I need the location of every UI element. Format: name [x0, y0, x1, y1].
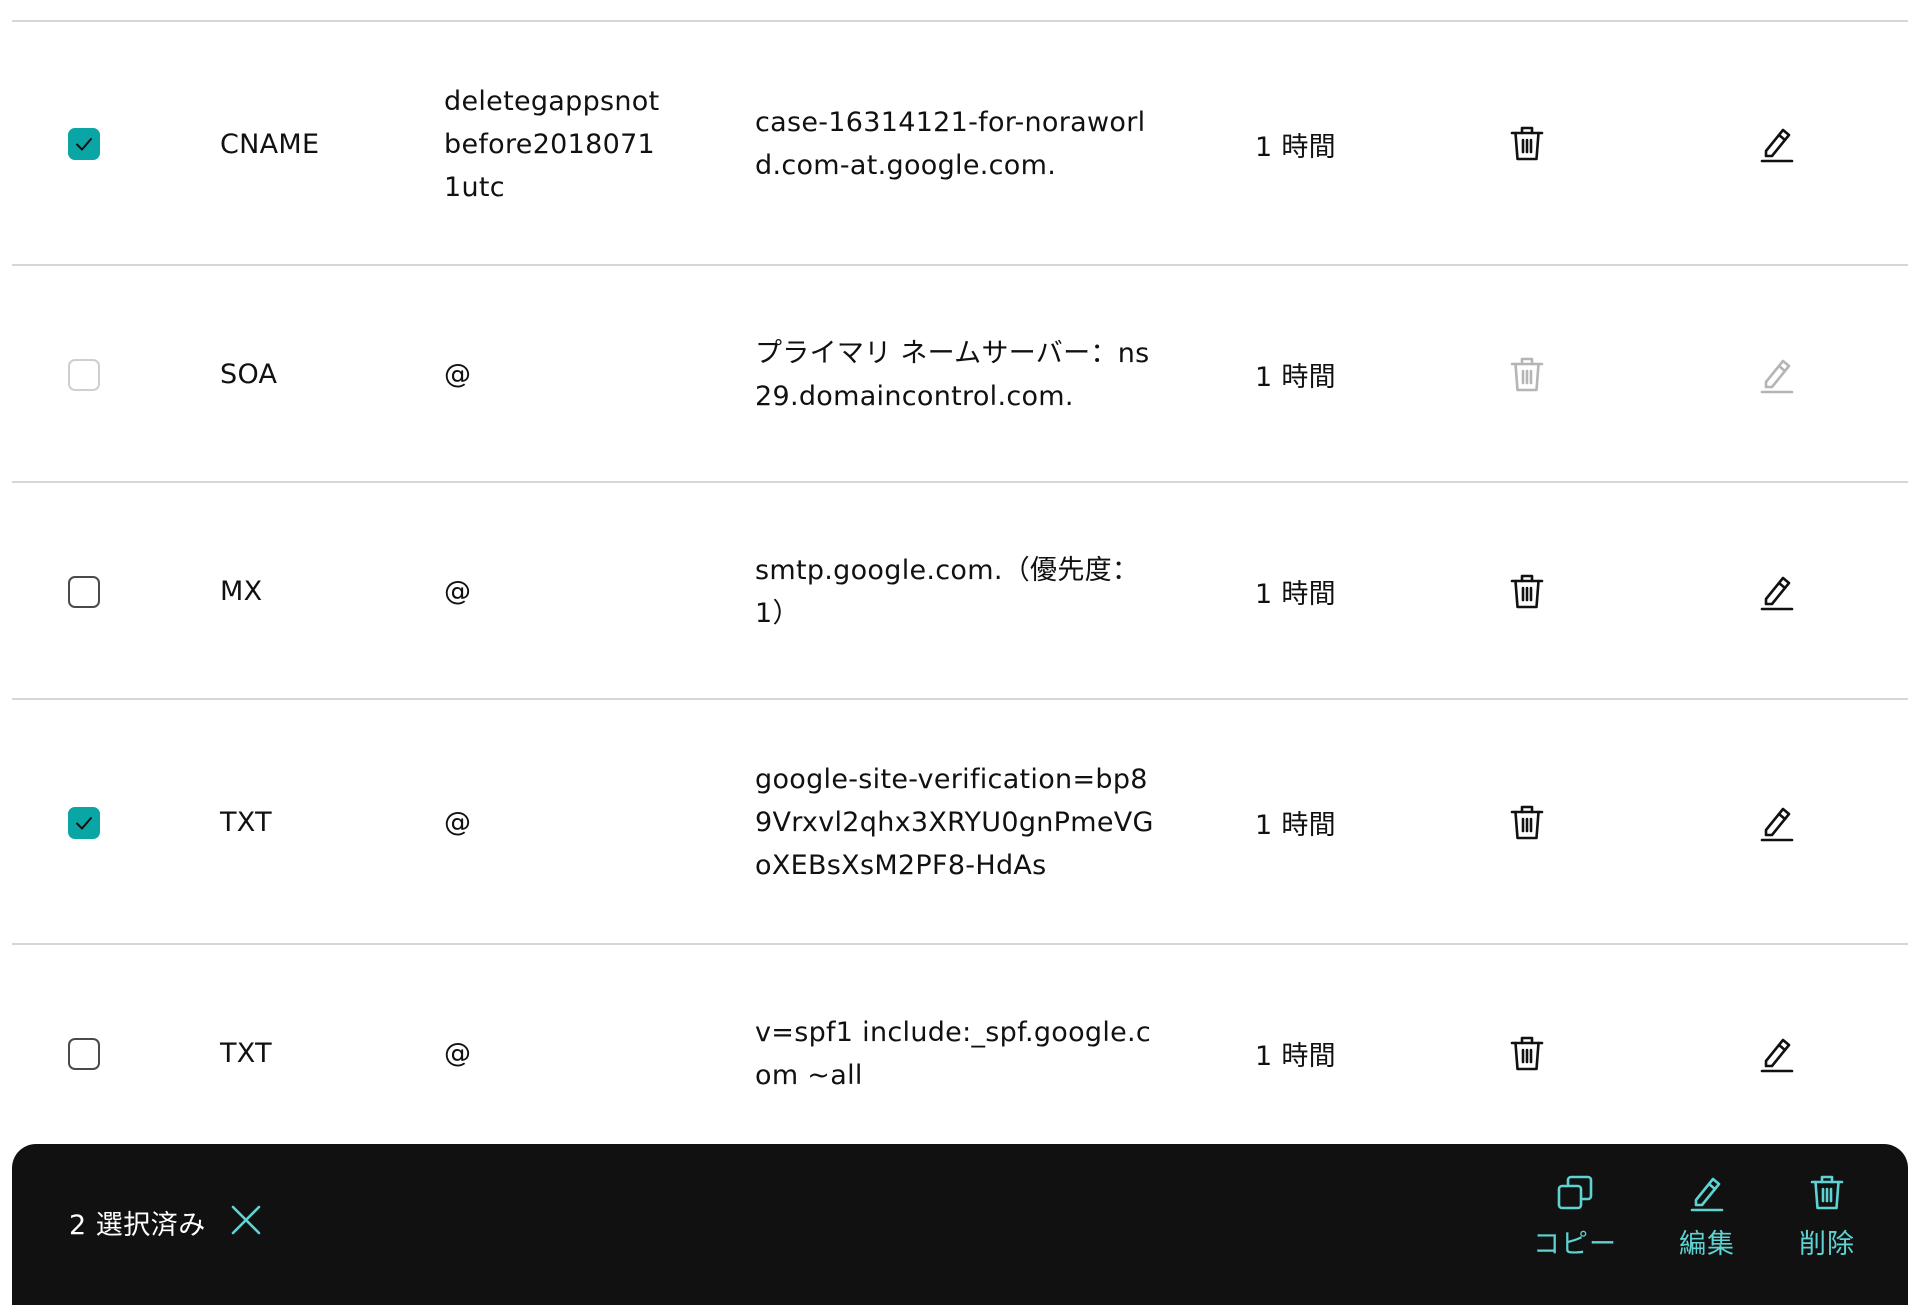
record-value: google-site-verification=bp89Vrxvl2qhx3X… — [755, 764, 1154, 881]
record-name: @ — [444, 1038, 472, 1069]
record-ttl: 1 時間 — [1255, 810, 1336, 841]
record-type: TXT — [220, 807, 272, 838]
copy-button[interactable]: コピー — [1520, 1174, 1630, 1261]
record-ttl: 1 時間 — [1255, 579, 1336, 610]
row-select-cell — [68, 945, 108, 1162]
row-delete-button — [1510, 356, 1544, 394]
record-value: v=spf1 include:_spf.google.com ~all — [755, 1016, 1152, 1091]
row-delete-button[interactable] — [1510, 573, 1544, 611]
trash-icon — [1810, 1175, 1844, 1210]
table-row: MX @ smtp.google.com.（優先度：1） 1 時間 — [12, 481, 1908, 700]
record-ttl: 1 時間 — [1255, 131, 1336, 163]
record-type: CNAME — [220, 128, 320, 160]
delete-label: 削除 — [1799, 1229, 1855, 1260]
bulk-delete-button[interactable]: 削除 — [1772, 1174, 1882, 1261]
trash-icon — [1510, 1036, 1544, 1070]
row-checkbox[interactable] — [68, 128, 100, 160]
record-name: @ — [444, 807, 472, 838]
row-edit-cell — [1757, 266, 1797, 483]
record-value: プライマリ ネームサーバー：ns29.domaincontrol.com. — [755, 337, 1150, 412]
record-value: case-16314121-for-noraworld.com-at.googl… — [755, 107, 1146, 181]
row-edit-cell — [1757, 700, 1797, 945]
table-row: TXT @ google-site-verification=bp89Vrxvl… — [12, 698, 1908, 945]
pencil-icon — [1760, 807, 1794, 841]
pencil-icon — [1760, 1038, 1794, 1072]
record-value: smtp.google.com.（優先度：1） — [755, 554, 1140, 629]
check-icon — [76, 138, 92, 151]
trash-icon — [1510, 126, 1544, 161]
record-type: MX — [220, 576, 263, 607]
pencil-icon — [1760, 128, 1794, 163]
row-edit-button[interactable] — [1760, 573, 1794, 611]
row-edit-button — [1760, 356, 1794, 394]
copy-icon — [1557, 1175, 1593, 1210]
check-icon — [76, 816, 92, 829]
row-edit-button[interactable] — [1760, 125, 1794, 163]
row-delete-button[interactable] — [1510, 804, 1544, 842]
record-name: @ — [444, 576, 472, 607]
row-checkbox[interactable] — [68, 806, 100, 839]
row-edit-cell — [1757, 945, 1797, 1162]
selection-action-bar: 2 選択済み コピー 編集 削除 — [12, 1144, 1908, 1305]
table-row: CNAME deletegappsnotbefore20180711utc ca… — [12, 20, 1908, 266]
row-edit-cell — [1757, 483, 1797, 700]
row-delete-cell — [1507, 22, 1547, 266]
pencil-icon — [1760, 576, 1794, 610]
bulk-edit-button[interactable]: 編集 — [1652, 1174, 1762, 1261]
close-icon — [231, 1205, 261, 1235]
row-select-cell — [68, 700, 108, 945]
edit-label: 編集 — [1679, 1229, 1735, 1260]
row-delete-button[interactable] — [1510, 1035, 1544, 1073]
row-edit-cell — [1757, 22, 1797, 266]
record-type: SOA — [220, 359, 278, 390]
clear-selection-button[interactable] — [230, 1204, 262, 1240]
record-name: @ — [444, 359, 472, 390]
copy-label: コピー — [1533, 1229, 1617, 1260]
row-edit-button[interactable] — [1760, 1035, 1794, 1073]
selected-count: 2 選択済み — [69, 1210, 206, 1241]
pencil-icon — [1760, 359, 1794, 393]
row-select-cell — [68, 483, 108, 700]
table-row: TXT @ v=spf1 include:_spf.google.com ~al… — [12, 943, 1908, 1162]
row-checkbox[interactable] — [68, 1037, 100, 1070]
record-ttl: 1 時間 — [1255, 362, 1336, 393]
record-ttl: 1 時間 — [1255, 1041, 1336, 1072]
row-select-cell — [68, 22, 108, 266]
dns-records-page: CNAME deletegappsnotbefore20180711utc ca… — [0, 0, 1920, 1305]
table-row: SOA @ プライマリ ネームサーバー：ns29.domaincontrol.c… — [12, 264, 1908, 483]
row-checkbox[interactable] — [68, 575, 100, 608]
trash-icon — [1510, 357, 1544, 391]
row-delete-cell — [1507, 483, 1547, 700]
row-delete-cell — [1507, 266, 1547, 483]
record-name: deletegappsnotbefore20180711utc — [444, 85, 660, 203]
row-delete-cell — [1507, 945, 1547, 1162]
row-delete-button[interactable] — [1510, 125, 1544, 163]
trash-icon — [1510, 805, 1544, 839]
row-edit-button[interactable] — [1760, 804, 1794, 842]
row-select-cell — [68, 266, 108, 483]
pencil-icon — [1690, 1177, 1724, 1212]
trash-icon — [1510, 574, 1544, 608]
row-checkbox[interactable] — [68, 358, 100, 391]
record-type: TXT — [220, 1038, 272, 1069]
row-delete-cell — [1507, 700, 1547, 945]
